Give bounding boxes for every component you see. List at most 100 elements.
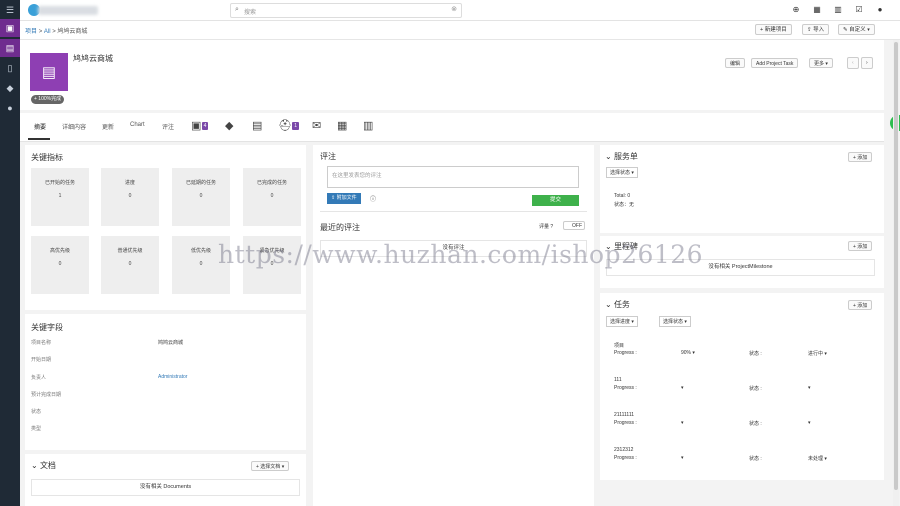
page-scrollbar[interactable] <box>893 40 899 506</box>
task-status-label: 状态 : <box>749 421 762 427</box>
help-icon: ? <box>550 224 554 230</box>
clear-search-icon[interactable]: ⊗ <box>451 5 457 13</box>
service-orders-title: ⌄ 服务单 <box>605 151 638 162</box>
add-project-task-button[interactable]: Add Project Task <box>751 58 799 68</box>
search-box[interactable]: ⌕ 搜索 ⊗ <box>230 3 462 18</box>
mail-icon[interactable]: ✉ <box>312 119 321 132</box>
info-icon[interactable]: ⓘ <box>370 194 376 203</box>
edit-button[interactable]: 编辑 <box>725 58 746 68</box>
tasks-tab-icon[interactable]: ▣ 4 <box>191 119 209 132</box>
documents-panel: ⌄ 文档 + 选择文档 ▾ 没有相关 Documents <box>25 454 306 506</box>
menu-icon[interactable]: ☰ <box>0 1 20 19</box>
rich-text-label: 评量 ? <box>539 223 553 230</box>
project-name: 鸠鸠云商城 <box>73 54 113 63</box>
task-status-filter[interactable]: 选择状态 ▾ <box>659 316 691 327</box>
user-icon[interactable]: ● <box>0 99 20 117</box>
project-header: ▤ 鸠鸠云商城 + 100%完成 编辑 Add Project Task 更多 … <box>20 40 884 110</box>
new-project-button[interactable]: + 新建项目 <box>755 24 792 35</box>
customize-button[interactable]: ✎ 自定义 ▾ <box>838 24 875 35</box>
task-status-dropdown[interactable]: 进行中 ▾ <box>808 350 827 357</box>
task-progress-dropdown[interactable]: ▾ <box>681 420 684 426</box>
left-sidebar: ☰ ▣ ▤ ▯ ◆ ● <box>0 0 20 506</box>
tabs-bar: 摘要 详细内容 更新 Chart 评注 ▣ 4 ◆ ▤ ⛑ 1 ✉ ▦ ▥ <box>20 113 884 142</box>
breadcrumb-all[interactable]: All <box>44 29 51 35</box>
field-label: 开始日期 <box>31 357 52 363</box>
task-status-dropdown[interactable]: ▾ <box>808 385 811 391</box>
diamond-icon[interactable]: ◆ <box>225 119 233 132</box>
diamond-icon[interactable]: ◆ <box>0 79 20 97</box>
metric-value: 0 <box>58 261 62 267</box>
submit-comment-button[interactable]: 提交 <box>532 195 579 206</box>
rich-text-toggle[interactable]: OFF <box>563 221 585 230</box>
briefcase-icon[interactable]: ▤ <box>0 39 20 57</box>
tab-details[interactable]: 详细内容 <box>62 122 86 131</box>
assigned-user-link[interactable]: Administrator <box>158 374 187 380</box>
more-button[interactable]: 更多 ▾ <box>809 58 833 68</box>
comment-textarea[interactable]: 在这里发表您的评注 <box>327 166 579 188</box>
task-status-value: 未处理 <box>808 456 824 462</box>
task-progress-filter[interactable]: 选择进度 ▾ <box>606 316 638 327</box>
tab-comments[interactable]: 评注 <box>162 122 174 131</box>
search-input[interactable]: 搜索 <box>244 7 256 16</box>
comments-panel: 评注 在这里发表您的评注 ⇪ 附加文件 ⓘ 提交 最近的评注 评量 ? OFF … <box>313 145 594 506</box>
service-status-select-value: 选择状态 <box>610 170 631 176</box>
service-status-select[interactable]: 选择状态 ▾ <box>606 167 638 178</box>
previous-record-button[interactable]: ‹ <box>847 57 859 69</box>
metric-card[interactable]: 已完成的任务 0 <box>243 168 301 226</box>
add-milestone-button[interactable]: + 添加 <box>848 241 873 251</box>
collapse-icon[interactable]: ⌄ <box>605 300 612 309</box>
clipboard-icon[interactable]: ▯ <box>0 59 20 77</box>
task-progress-dropdown[interactable]: ▾ <box>681 455 684 461</box>
book-icon[interactable]: ▥ <box>363 119 373 132</box>
task-progress-dropdown[interactable]: ▾ <box>681 385 684 391</box>
home-icon[interactable]: ▣ <box>0 19 20 37</box>
metric-card[interactable]: 普通优先级 0 <box>101 236 159 294</box>
task-status-label: 状态 : <box>749 351 762 357</box>
plus-circle-icon[interactable]: ⊕ <box>790 4 802 16</box>
attach-file-button[interactable]: ⇪ 附加文件 <box>327 193 361 204</box>
metric-card[interactable]: 已延期的任务 0 <box>172 168 230 226</box>
key-metrics-title: 关键指标 <box>31 153 63 162</box>
scrollbar-thumb[interactable] <box>894 42 898 490</box>
task-progress-dropdown[interactable]: 90% ▾ <box>681 350 695 356</box>
chevron-right-icon: › <box>866 60 868 66</box>
task-status-dropdown[interactable]: ▾ <box>808 420 811 426</box>
tab-updates[interactable]: 更新 <box>102 122 114 131</box>
task-status-dropdown[interactable]: 未处理 ▾ <box>808 455 827 462</box>
chevron-down-icon: ▾ <box>808 385 811 391</box>
key-metrics-panel: 关键指标 已开始的任务 1 进度 0 已延期的任务 0 已完成的任务 0 高优先级 0 普… <box>25 145 306 310</box>
next-record-button[interactable]: › <box>861 57 873 69</box>
task-name[interactable]: 项目 <box>614 342 624 349</box>
logo[interactable] <box>28 3 103 17</box>
select-documents-label: + 选择文档 <box>256 464 281 470</box>
collapse-icon[interactable]: ⌄ <box>605 152 612 161</box>
calendar-icon[interactable]: ▦ <box>337 119 347 132</box>
breadcrumb-projects[interactable]: 项目 <box>25 29 37 35</box>
user-menu-icon[interactable]: ● <box>874 4 886 16</box>
tab-chart[interactable]: Chart <box>130 122 145 128</box>
calendar-icon[interactable]: ▦ <box>811 4 823 16</box>
bar-chart-icon[interactable]: ▥ <box>832 4 844 16</box>
metric-label: 普通优先级 <box>117 248 143 254</box>
tasks-title: ⌄ 任务 <box>605 299 630 310</box>
field-label: 负责人 <box>31 375 47 381</box>
helpdesk-icon[interactable]: ⛑ 1 <box>278 119 299 132</box>
add-service-order-button[interactable]: + 添加 <box>848 152 873 162</box>
task-name[interactable]: 21111111 <box>614 412 634 418</box>
metric-card[interactable]: 进度 0 <box>101 168 159 226</box>
key-fields-title: 关键字段 <box>31 323 63 332</box>
select-documents-button[interactable]: + 选择文档 ▾ <box>251 461 290 471</box>
tab-summary[interactable]: 摘要 <box>34 122 46 131</box>
checkbox-icon[interactable]: ☑ <box>853 4 865 16</box>
document-icon[interactable]: ▤ <box>252 119 262 132</box>
task-progress-label: Progress : <box>614 420 637 426</box>
task-name[interactable]: 2312312 <box>614 447 633 453</box>
add-task-button[interactable]: + 添加 <box>848 300 873 310</box>
metric-card[interactable]: 高优先级 0 <box>31 236 89 294</box>
metric-card[interactable]: 已开始的任务 1 <box>31 168 89 226</box>
task-name[interactable]: 111 <box>614 377 622 383</box>
import-button[interactable]: ⇪ 导入 <box>802 24 830 35</box>
metric-label: 已完成的任务 <box>256 180 287 186</box>
collapse-icon[interactable]: ⌄ <box>31 461 38 470</box>
tasks-count-badge: 4 <box>201 122 209 130</box>
